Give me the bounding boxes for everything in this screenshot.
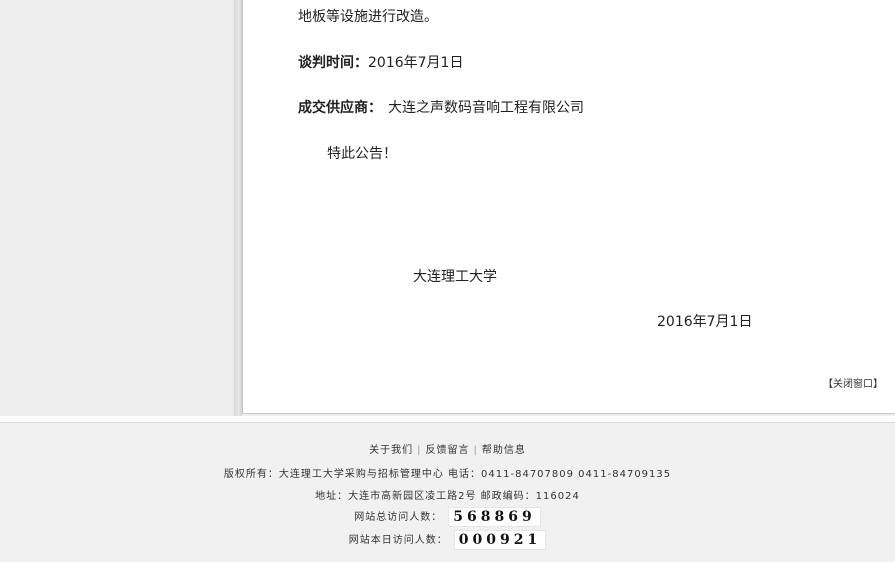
footer-link-feedback[interactable]: 反馈留言 — [426, 445, 470, 456]
negotiation-date-value: 2016年7月1日 — [368, 55, 464, 71]
footer-links: 关于我们 | 反馈留言 | 帮助信息 — [0, 441, 895, 456]
total-visits-label: 网站总访问人数： — [354, 512, 443, 523]
footer-copyright: 版权所有：大连理工大学采购与招标管理中心 电话：0411-84707809 04… — [223, 469, 672, 480]
article-continued-text: 地板等设施进行改造。 — [298, 9, 438, 25]
today-visits: 网站本日访问人数： 000921 — [0, 530, 895, 550]
article-panel: 地板等设施进行改造。 谈判时间：2016年7月1日 成交供应商： 大连之声数码音响… — [242, 0, 895, 414]
supplier: 成交供应商： 大连之声数码音响工程有限公司 — [298, 99, 584, 117]
footer-link-help[interactable]: 帮助信息 — [482, 445, 526, 456]
today-visits-counter: 000921 — [453, 530, 547, 550]
close-window-link[interactable]: 【关闭窗口】 — [823, 375, 883, 390]
signature-org: 大连理工大学 — [413, 269, 497, 285]
signature-date: 2016年7月1日 — [657, 314, 753, 330]
divider: | — [417, 445, 422, 456]
footer: 关于我们 | 反馈留言 | 帮助信息 版权所有：大连理工大学采购与招标管理中心 电话：0… — [0, 422, 895, 562]
footer-link-about[interactable]: 关于我们 — [369, 445, 413, 456]
supplier-value: 大连之声数码音响工程有限公司 — [388, 100, 584, 116]
divider: | — [473, 445, 478, 456]
panel-shadow — [234, 0, 242, 416]
negotiation-date: 谈判时间：2016年7月1日 — [298, 54, 463, 72]
total-visits: 网站总访问人数： 568869 — [0, 507, 895, 527]
today-visits-label: 网站本日访问人数： — [348, 535, 448, 546]
supplier-label: 成交供应商： — [298, 100, 382, 116]
left-gutter — [0, 0, 234, 416]
closing-note: 特此公告！ — [327, 146, 397, 162]
negotiation-date-label: 谈判时间： — [298, 55, 368, 71]
page: 地板等设施进行改造。 谈判时间：2016年7月1日 成交供应商： 大连之声数码音响… — [0, 0, 895, 562]
total-visits-counter: 568869 — [448, 507, 541, 527]
footer-address: 地址：大连市高新园区凌工路2号 邮政编码：116024 — [315, 491, 580, 502]
